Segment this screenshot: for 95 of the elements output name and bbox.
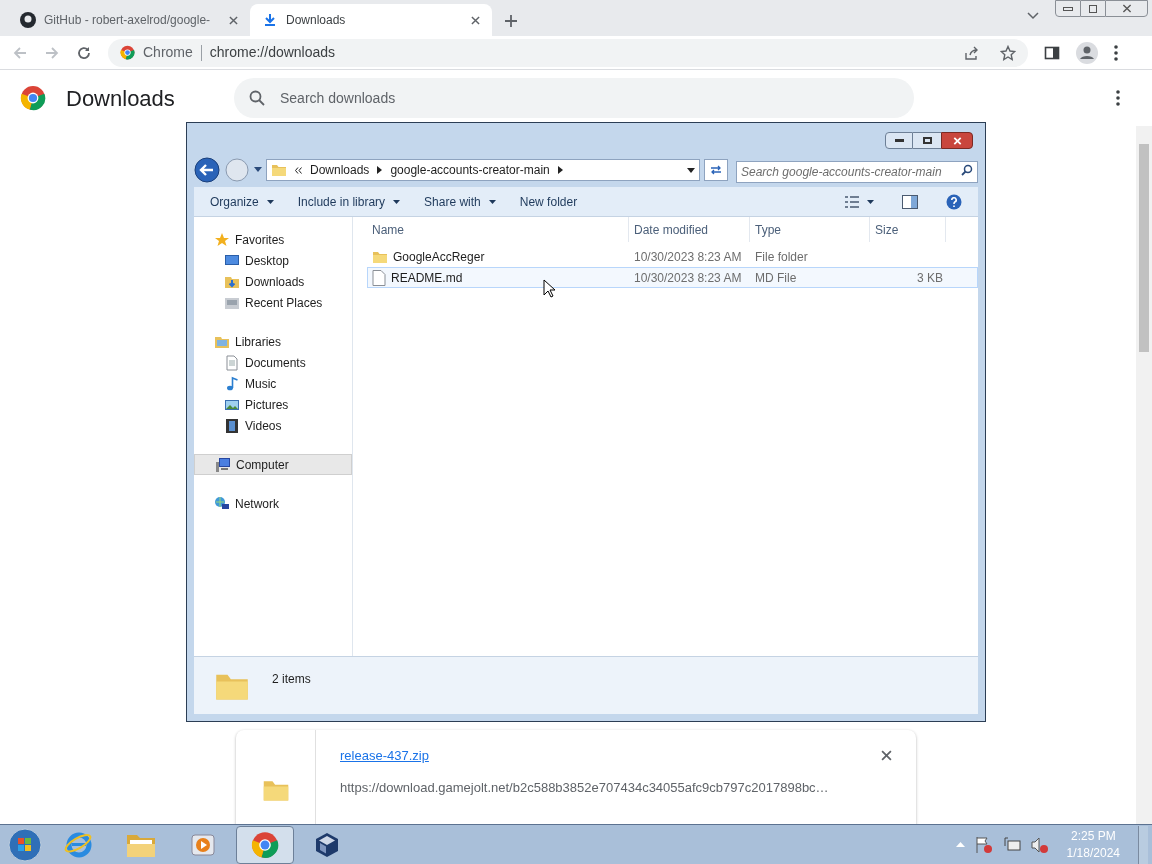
star-icon — [214, 231, 230, 248]
date-cell-text: 10/30/2023 8:23 AM — [633, 248, 743, 266]
column-header[interactable]: Size — [870, 217, 946, 242]
more-options-icon[interactable] — [1114, 44, 1118, 61]
close-icon[interactable] — [229, 15, 238, 25]
more-options-icon[interactable] — [1116, 90, 1120, 106]
address-breadcrumb[interactable]: Downloads google-accounts-creator-main — [266, 159, 700, 181]
nav-item[interactable]: Downloads — [194, 271, 352, 292]
folder-icon — [372, 249, 388, 264]
column-header[interactable]: Name — [367, 217, 629, 242]
nav-item[interactable]: Network — [194, 493, 352, 514]
file-row[interactable]: GoogleAccReger 10/30/2023 8:23 AM File folder — [367, 246, 978, 267]
page-title: Downloads — [66, 84, 176, 113]
size-cell-text: 3 KB — [916, 269, 944, 287]
type-cell-text: File folder — [754, 248, 809, 266]
chevron-down-icon[interactable] — [1027, 12, 1039, 20]
double-chevron-icon[interactable] — [295, 166, 302, 174]
toolbar-menu-button[interactable]: Include in library — [289, 192, 409, 211]
maximize-button[interactable] — [913, 132, 941, 149]
dropdown-arrow-icon[interactable] — [254, 167, 262, 173]
nav-item[interactable]: Recent Places — [194, 292, 352, 313]
search-icon — [961, 164, 973, 176]
breadcrumb-item[interactable]: Downloads — [310, 161, 370, 179]
scrollbar-thumb[interactable] — [1139, 144, 1149, 352]
address-bar[interactable]: Chrome chrome://downloads — [108, 38, 1028, 67]
document-icon — [372, 269, 386, 286]
search-field[interactable]: Search google-accounts-creator-main — [736, 161, 978, 183]
restore-button[interactable] — [1081, 0, 1105, 17]
toolbar-menu-button[interactable]: Organize — [202, 192, 282, 211]
site-label: Chrome — [143, 43, 193, 62]
url-text: chrome://downloads — [209, 43, 337, 62]
film-icon — [224, 417, 240, 434]
nav-item[interactable]: Libraries — [194, 331, 352, 352]
caret-icon[interactable] — [867, 199, 874, 204]
tab-title: GitHub - robert-axelrod/google- — [44, 12, 212, 29]
file-name: README.md — [391, 269, 463, 287]
download-icon — [262, 12, 278, 28]
toolbar-menu-button[interactable]: New folder — [511, 192, 586, 211]
minimize-button[interactable] — [1055, 0, 1081, 17]
breadcrumb-item[interactable]: google-accounts-creator-main — [390, 161, 550, 179]
close-icon — [1121, 4, 1132, 13]
close-icon — [952, 136, 962, 145]
dropdown-arrow-icon[interactable] — [687, 167, 695, 173]
network-globe-icon — [214, 495, 230, 512]
nav-item[interactable]: Computer — [194, 454, 352, 475]
search-icon — [248, 89, 266, 107]
nav-item[interactable]: Music — [194, 373, 352, 394]
toolbar-menu-button[interactable]: Share with — [416, 192, 504, 211]
flag-warning-icon[interactable] — [974, 835, 993, 854]
file-row[interactable]: README.md 10/30/2023 8:23 AM MD File 3 KB — [367, 267, 978, 288]
mouse-pointer-icon — [543, 279, 555, 299]
help-icon[interactable] — [946, 193, 962, 210]
nav-item[interactable]: Favorites — [194, 229, 352, 250]
folder-icon — [271, 163, 287, 177]
view-list-icon[interactable] — [845, 195, 859, 208]
item-count: 2 items — [272, 671, 311, 688]
file-name: GoogleAccReger — [393, 248, 485, 266]
download-url: https://download.gamejolt.net/b2c588b3852e707434c34055afc9cb797c2017898bc… — [340, 778, 830, 797]
share-icon[interactable] — [964, 44, 980, 61]
preview-pane-icon[interactable] — [902, 194, 918, 209]
speaker-muted-icon[interactable] — [1030, 835, 1049, 854]
star-icon[interactable] — [1000, 44, 1016, 61]
search-field[interactable]: Search downloads — [234, 78, 914, 118]
chevron-right-icon[interactable] — [557, 166, 563, 174]
date-cell-text: 10/30/2023 8:23 AM — [633, 269, 743, 287]
column-header[interactable]: Type — [750, 217, 870, 242]
new-tab-icon[interactable] — [504, 14, 518, 28]
minimize-button[interactable] — [885, 132, 913, 149]
file-name-link[interactable]: release-437.zip — [340, 746, 429, 766]
chevron-right-icon[interactable] — [377, 166, 383, 174]
chrome-logo-icon — [251, 830, 279, 859]
profile-icon[interactable] — [1076, 41, 1098, 64]
close-icon[interactable] — [881, 750, 892, 761]
browser-tab[interactable]: GitHub - robert-axelrod/google- — [8, 4, 250, 36]
close-button[interactable] — [1105, 0, 1148, 17]
close-icon[interactable] — [471, 15, 480, 25]
browser-tab[interactable]: Downloads — [250, 4, 492, 36]
music-note-icon — [224, 375, 240, 392]
close-button[interactable] — [941, 132, 973, 149]
type-cell-text: MD File — [754, 269, 798, 287]
refresh-arrows-icon — [710, 165, 722, 175]
reload-icon[interactable] — [76, 44, 92, 61]
nav-item[interactable]: Desktop — [194, 250, 352, 271]
chrome-site-icon — [120, 45, 135, 60]
refresh-button[interactable] — [704, 159, 728, 181]
nav-item[interactable]: Documents — [194, 352, 352, 373]
tab-title: Downloads — [286, 12, 347, 29]
computer-icon — [215, 456, 231, 473]
chrome-logo-icon — [20, 85, 46, 111]
nav-item[interactable]: Videos — [194, 415, 352, 436]
column-header[interactable]: Date modified — [629, 217, 750, 242]
media-player-icon — [190, 831, 216, 858]
document-icon — [224, 354, 240, 371]
side-panel-icon[interactable] — [1044, 44, 1060, 61]
nav-item[interactable]: Pictures — [194, 394, 352, 415]
